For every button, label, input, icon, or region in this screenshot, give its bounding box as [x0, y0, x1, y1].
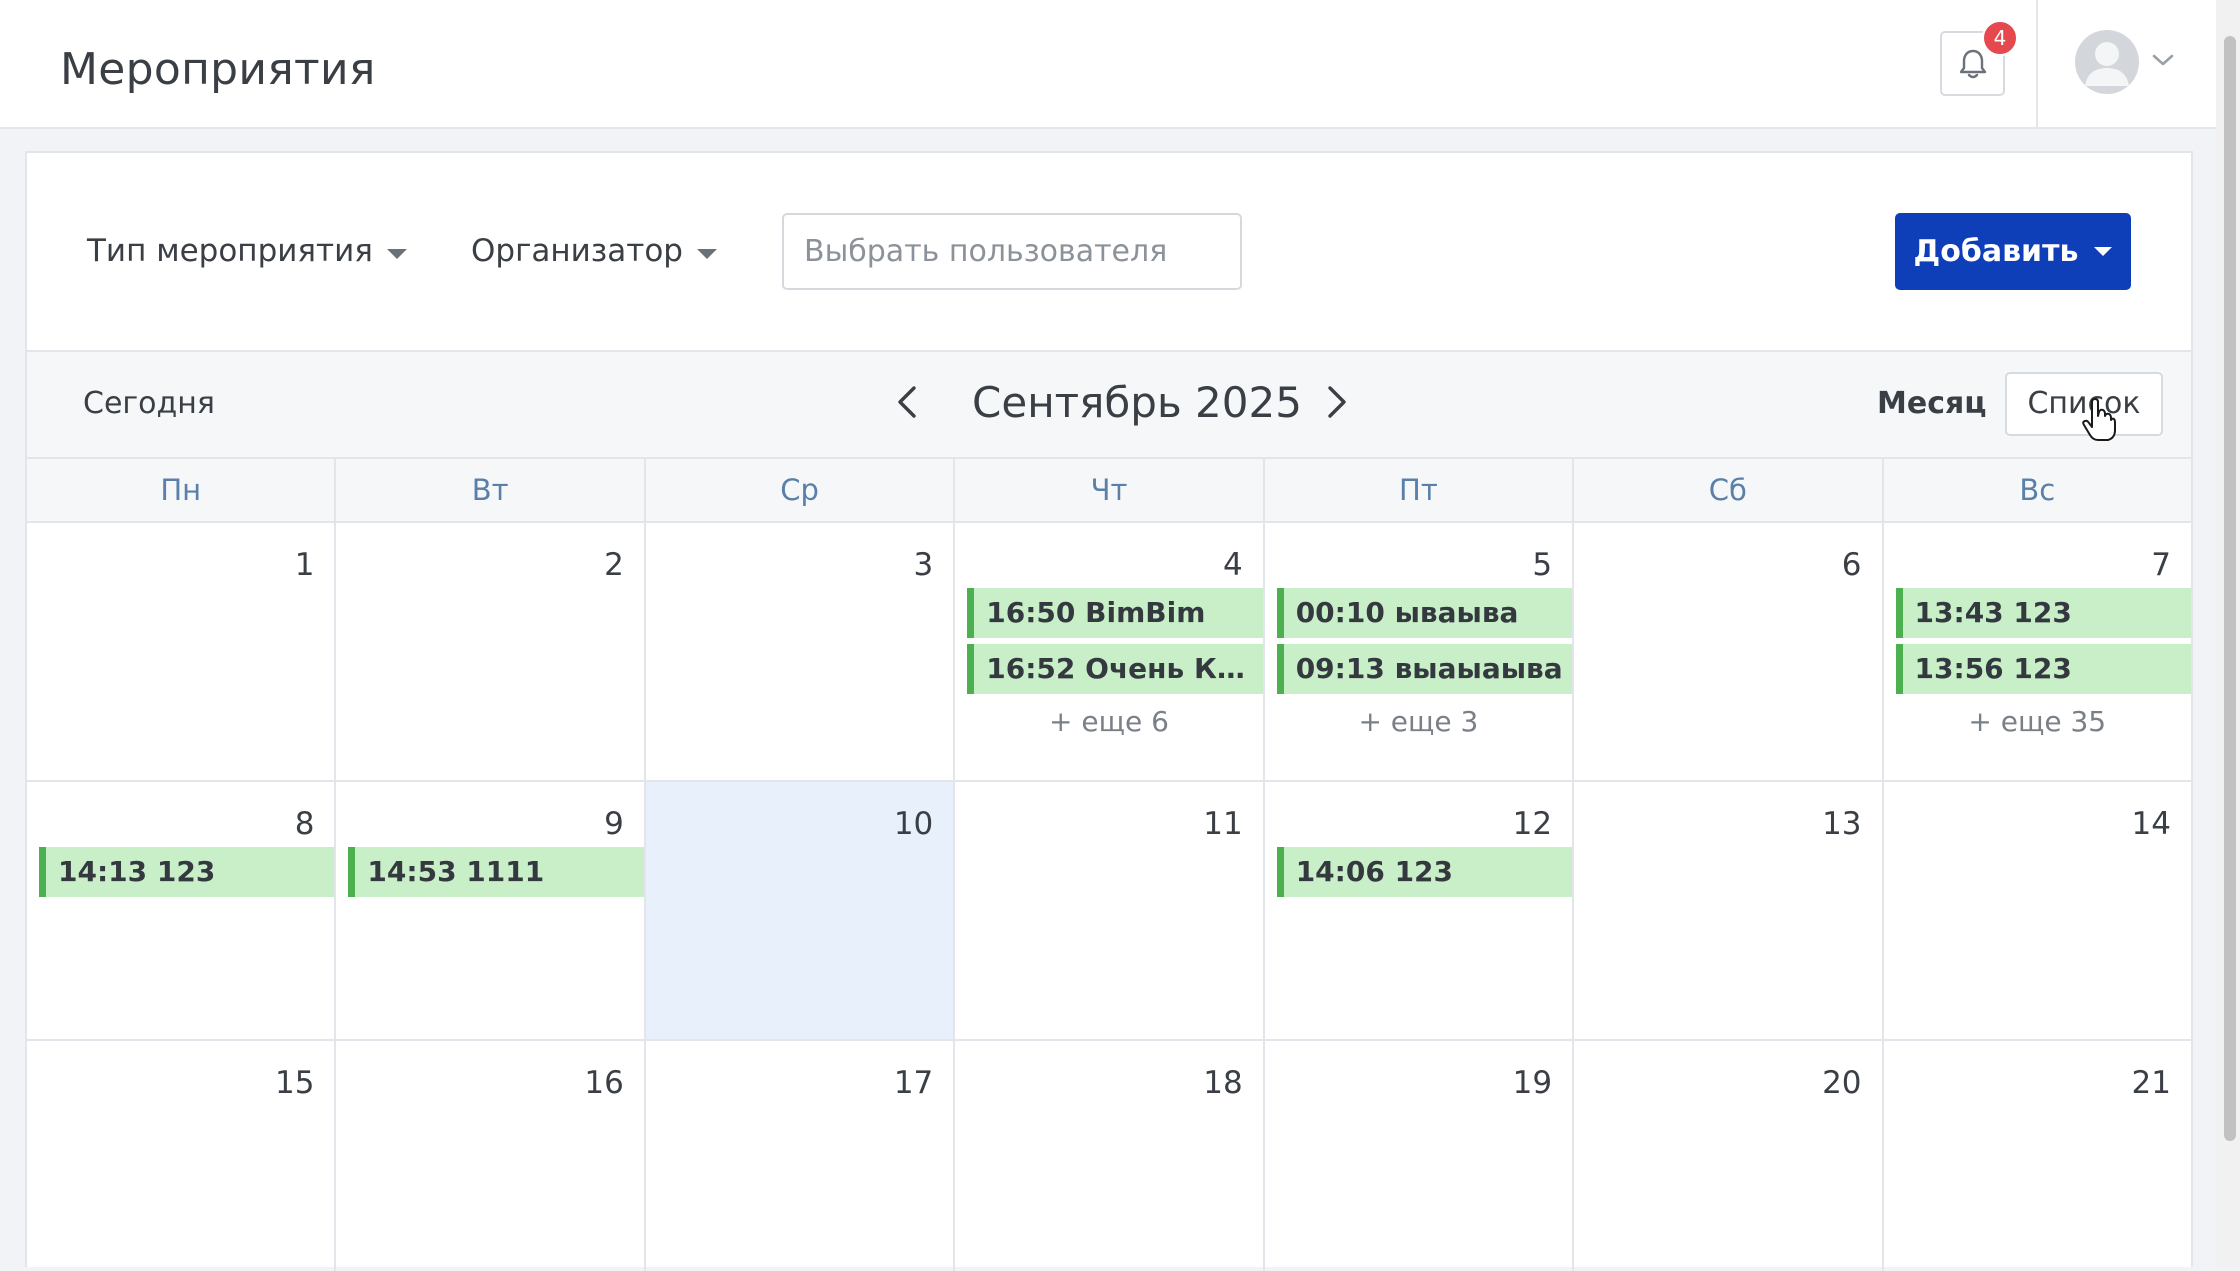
- week-row: 15 16 17 18 19 20 21: [27, 1041, 2191, 1271]
- events-card: Тип мероприятия Организатор Добавить Сег…: [25, 151, 2193, 1271]
- more-events-link[interactable]: + еще 6: [955, 705, 1262, 738]
- weekday-header: Вт: [336, 459, 646, 521]
- day-cell[interactable]: 9 14:53 1111: [336, 782, 646, 1039]
- day-number[interactable]: 21: [2132, 1065, 2171, 1101]
- day-cell[interactable]: 5 00:10 ываыва 09:13 выаыаыва + еще 3: [1265, 523, 1575, 780]
- day-number[interactable]: 8: [295, 806, 315, 842]
- calendar-event[interactable]: 14:13 123: [39, 847, 335, 897]
- weekday-header: Чт: [955, 459, 1265, 521]
- bell-icon: [1959, 49, 1986, 78]
- weekday-header: Сб: [1574, 459, 1884, 521]
- caret-down-icon: [2094, 247, 2113, 256]
- month-grid: 1 2 3 4 16:50 BimBim 16:52 Очень Кор... + еще …: [27, 523, 2191, 1271]
- organizer-dropdown[interactable]: Организатор: [471, 233, 717, 269]
- event-type-label: Тип мероприятия: [87, 233, 373, 269]
- day-number[interactable]: 10: [894, 806, 933, 842]
- day-number[interactable]: 1: [295, 547, 315, 583]
- calendar-event[interactable]: 13:43 123: [1895, 588, 2191, 638]
- day-cell[interactable]: 6: [1574, 523, 1884, 780]
- day-number[interactable]: 17: [894, 1065, 933, 1101]
- day-number[interactable]: 15: [275, 1065, 314, 1101]
- chevron-down-icon[interactable]: [2150, 50, 2176, 70]
- day-cell[interactable]: 12 14:06 123: [1265, 782, 1575, 1039]
- day-cell[interactable]: 18: [955, 1041, 1265, 1271]
- day-number[interactable]: 18: [1203, 1065, 1242, 1101]
- week-row: 1 2 3 4 16:50 BimBim 16:52 Очень Кор... + еще …: [27, 523, 2191, 782]
- organizer-label: Организатор: [471, 233, 683, 269]
- day-number[interactable]: 6: [1842, 547, 1862, 583]
- day-cell-today[interactable]: 10: [645, 782, 956, 1039]
- day-number[interactable]: 13: [1822, 806, 1861, 842]
- day-cell[interactable]: 1: [27, 523, 337, 780]
- day-number[interactable]: 2: [604, 547, 624, 583]
- day-number[interactable]: 11: [1203, 806, 1242, 842]
- more-events-link[interactable]: + еще 3: [1265, 705, 1572, 738]
- view-month-button[interactable]: Месяц: [1877, 386, 1986, 421]
- page-scrollbar-thumb[interactable]: [2224, 36, 2236, 1141]
- calendar-event[interactable]: 14:53 1111: [348, 847, 644, 897]
- today-button[interactable]: Сегодня: [83, 386, 215, 421]
- caret-down-icon: [386, 249, 407, 259]
- caret-down-icon: [696, 249, 717, 259]
- day-number[interactable]: 19: [1513, 1065, 1552, 1101]
- weekday-header: Пн: [27, 459, 337, 521]
- top-header: Мероприятия 4: [0, 0, 2216, 129]
- more-events-link[interactable]: + еще 35: [1884, 705, 2191, 738]
- calendar-event[interactable]: 13:56 123: [1895, 644, 2191, 694]
- day-cell[interactable]: 15: [27, 1041, 337, 1271]
- weekday-header-row: Пн Вт Ср Чт Пт Сб Вс: [27, 459, 2191, 523]
- day-cell[interactable]: 8 14:13 123: [27, 782, 337, 1039]
- day-cell[interactable]: 3: [646, 523, 956, 780]
- day-number[interactable]: 12: [1513, 806, 1552, 842]
- view-list-button[interactable]: Список: [2005, 372, 2163, 436]
- day-cell[interactable]: 11: [955, 782, 1265, 1039]
- day-cell[interactable]: 20: [1574, 1041, 1884, 1271]
- calendar-event[interactable]: 16:50 BimBim: [967, 588, 1263, 638]
- day-cell[interactable]: 16: [336, 1041, 646, 1271]
- day-cell[interactable]: 4 16:50 BimBim 16:52 Очень Кор... + еще 6: [955, 523, 1265, 780]
- day-cell[interactable]: 17: [646, 1041, 956, 1271]
- notification-count-badge: 4: [1982, 20, 2018, 56]
- day-cell[interactable]: 7 13:43 123 13:56 123 + еще 35: [1884, 523, 2191, 780]
- add-button-label: Добавить: [1913, 234, 2079, 269]
- weekday-header: Ср: [646, 459, 956, 521]
- chevron-left-icon[interactable]: [889, 382, 929, 422]
- day-number[interactable]: 7: [2151, 547, 2171, 583]
- day-cell[interactable]: 19: [1265, 1041, 1575, 1271]
- calendar-event[interactable]: 00:10 ываыва: [1276, 588, 1573, 638]
- add-button[interactable]: Добавить: [1895, 213, 2131, 290]
- day-cell[interactable]: 21: [1884, 1041, 2191, 1271]
- day-number[interactable]: 5: [1532, 547, 1552, 583]
- day-cell[interactable]: 2: [336, 523, 646, 780]
- user-avatar-icon[interactable]: [2075, 30, 2139, 94]
- day-number[interactable]: 3: [914, 547, 934, 583]
- calendar-event[interactable]: 14:06 123: [1276, 847, 1573, 897]
- day-number[interactable]: 20: [1822, 1065, 1861, 1101]
- calendar-toolbar: Сегодня Сентябрь 2025 Месяц Список: [27, 352, 2191, 459]
- user-select-input[interactable]: [782, 213, 1242, 290]
- filter-bar: Тип мероприятия Организатор Добавить: [27, 153, 2191, 352]
- month-title: Сентябрь 2025: [972, 378, 1302, 427]
- weekday-header: Пт: [1265, 459, 1575, 521]
- calendar-event[interactable]: 16:52 Очень Кор...: [967, 644, 1263, 694]
- calendar-event[interactable]: 09:13 выаыаыва: [1276, 644, 1573, 694]
- day-cell[interactable]: 14: [1884, 782, 2191, 1039]
- day-cell[interactable]: 13: [1574, 782, 1884, 1039]
- week-row: 8 14:13 123 9 14:53 1111 10 11 12 14:06 123 13 14: [27, 782, 2191, 1041]
- day-number[interactable]: 9: [604, 806, 624, 842]
- day-number[interactable]: 4: [1223, 547, 1243, 583]
- page-title: Мероприятия: [60, 44, 376, 95]
- chevron-right-icon[interactable]: [1315, 382, 1355, 422]
- event-type-dropdown[interactable]: Тип мероприятия: [87, 233, 407, 269]
- header-divider: [2036, 0, 2038, 127]
- day-number[interactable]: 14: [2132, 806, 2171, 842]
- weekday-header: Вс: [2019, 473, 2056, 507]
- day-number[interactable]: 16: [584, 1065, 623, 1101]
